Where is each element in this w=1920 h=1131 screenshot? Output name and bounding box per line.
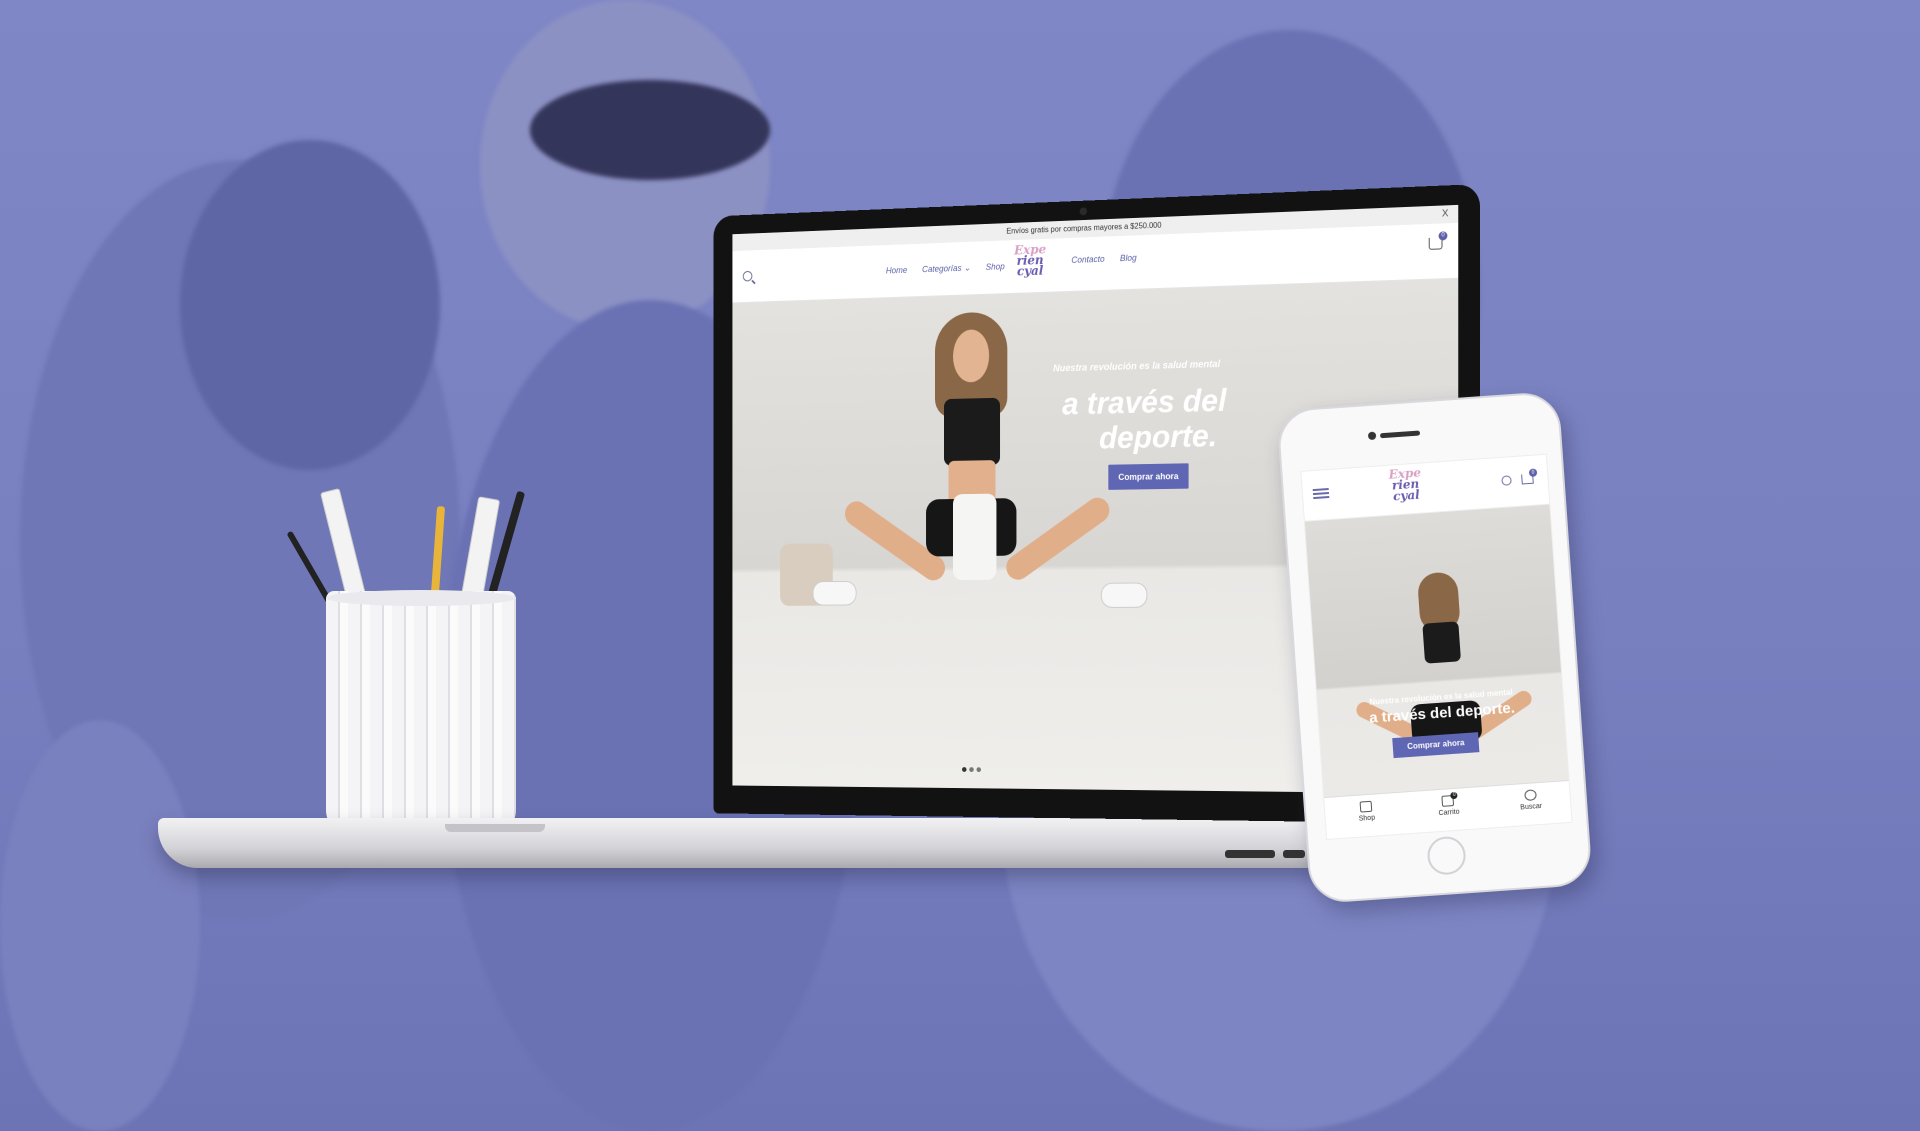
laptop-base [158,818,1458,868]
tab-badge: 0 [1450,791,1459,800]
model-top [944,397,1001,466]
model-leg-right [1001,492,1115,585]
cart-badge: 0 [1438,231,1448,241]
nav-left: Home Categorías ⌄ Shop [886,261,1018,276]
nav-blog[interactable]: Blog [1120,253,1137,263]
bg-sunglasses [530,80,770,180]
model-shoe-right [1100,582,1148,608]
hero-title: a través del deporte. [1062,382,1226,456]
laptop-notch [445,824,545,832]
nav-categorias[interactable]: Categorías ⌄ [922,263,971,274]
comprar-ahora-button[interactable]: Comprar ahora [1108,463,1189,490]
tab-carrito[interactable]: 0 Carrito [1406,787,1491,834]
grid-icon [1359,800,1373,813]
tab-label: Carrito [1438,808,1460,818]
website-mobile: Expe rien cyal 0 Nuestra revolución es l… [1300,453,1573,841]
slider-dot[interactable] [976,767,982,773]
mobile-hero: Nuestra revolución es la salud mental a … [1304,504,1571,800]
phone-speaker [1379,430,1421,439]
hamburger-menu-icon[interactable] [1312,487,1330,500]
mobile-logo[interactable]: Expe rien cyal [1382,466,1431,512]
tab-buscar[interactable]: Buscar [1488,781,1572,828]
nav-contacto[interactable]: Contacto [1071,254,1104,265]
search-icon[interactable] [742,270,753,282]
site-logo[interactable]: Expe rien cyal [1007,243,1053,288]
slider-dots [962,759,984,776]
cart-badge: 0 [1528,468,1538,477]
hero-title-line-2: deporte. [1099,417,1218,456]
bg-figure-pattern [0,720,200,1131]
mobile-hero-model-image [1339,566,1543,789]
cup [326,591,516,836]
hero-model-image [780,307,1148,656]
logo-line-3: cyal [1016,263,1044,280]
announcement-text: Envíos gratis por compras mayores a $250… [1006,220,1162,236]
tab-label: Buscar [1520,802,1543,812]
hero-title-line-1: a través del [1062,382,1227,422]
tab-shop[interactable]: Shop [1324,792,1409,839]
nav-right: Contacto Blog [1071,252,1149,265]
search-icon [1523,789,1537,802]
model-jacket [953,493,997,581]
nav-home[interactable]: Home [886,265,907,275]
bg-figure-head-left [180,140,440,470]
pen-holder [286,488,526,836]
model-top [1422,621,1462,664]
webcam [1079,207,1088,216]
home-button[interactable] [1426,835,1467,876]
logo-line-3: cyal [1392,487,1421,504]
nav-shop[interactable]: Shop [986,262,1005,272]
model-shoe-left [812,580,857,606]
smartphone: Expe rien cyal 0 Nuestra revolución es l… [1276,390,1593,905]
slider-dot[interactable] [969,767,974,772]
cup-rim [326,590,516,606]
search-icon[interactable] [1501,475,1512,486]
slider-dot[interactable] [962,767,967,772]
close-announcement-button[interactable]: X [1442,205,1449,223]
phone-camera [1367,431,1377,441]
tab-label: Shop [1358,814,1376,823]
